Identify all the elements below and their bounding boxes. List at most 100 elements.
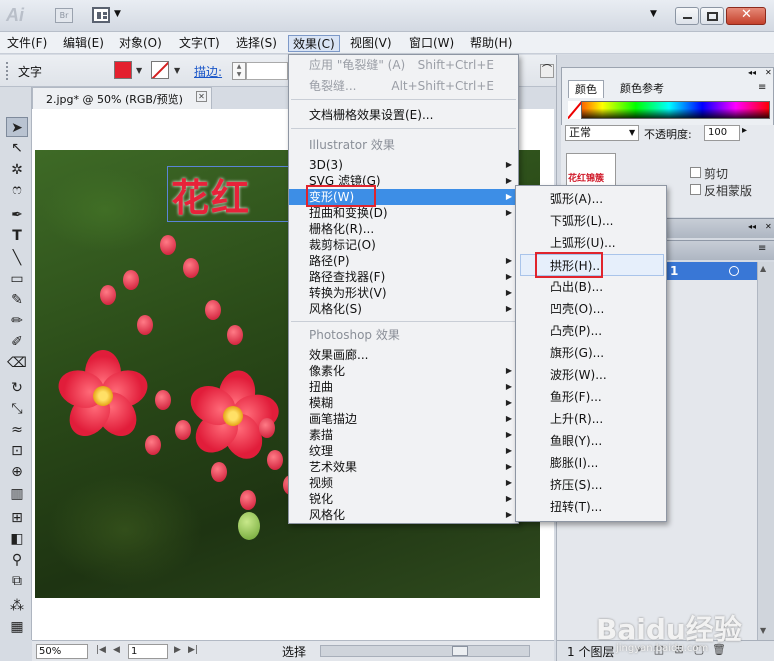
submenu-item-shell-upper[interactable]: 凸壳(P)... [516,320,666,342]
direct-selection-tool-icon[interactable]: ↖ [6,138,28,158]
eyedropper-tool-icon[interactable]: ⚲ [6,550,28,570]
last-page-icon[interactable]: ▶| [188,645,198,655]
invert-mask-checkbox[interactable] [690,184,701,195]
submenu-item-twist[interactable]: 扭转(T)... [516,496,666,518]
clip-checkbox[interactable] [690,167,701,178]
menu-effect[interactable]: 效果(C) [288,35,340,52]
submenu-item-fisheye[interactable]: 鱼眼(Y)... [516,430,666,452]
brush-icon[interactable]: ⌒ [540,64,554,78]
menu-view[interactable]: 视图(V) [346,35,396,52]
menu-item-brush-strokes[interactable]: 画笔描边 ▶ [289,411,518,427]
vertical-scrollbar[interactable] [757,262,774,640]
close-icon[interactable]: ✕ [765,222,772,231]
submenu-item-flag[interactable]: 旗形(G)... [516,342,666,364]
stroke-color-swatch[interactable] [151,61,169,79]
previous-page-icon[interactable]: ◀ [113,645,120,655]
tab-color-guide[interactable]: 颜色参考 [614,80,670,98]
submenu-item-inflate[interactable]: 膨胀(I)... [516,452,666,474]
menu-edit[interactable]: 编辑(E) [59,35,108,52]
lasso-tool-icon[interactable]: ෆ [6,180,28,200]
submenu-item-arc-lower[interactable]: 下弧形(L)... [516,210,666,232]
submenu-item-shell-lower[interactable]: 凹壳(O)... [516,298,666,320]
warp-tool-icon[interactable]: ≈ [6,420,28,440]
shape-builder-tool-icon[interactable]: ⊕ [6,462,28,482]
scrollbar-thumb[interactable] [452,646,468,656]
layer-target-icon[interactable] [729,266,739,276]
horizontal-scrollbar[interactable] [320,645,530,657]
opacity-field[interactable]: 100 [704,125,740,141]
submenu-item-fish[interactable]: 鱼形(F)... [516,386,666,408]
submenu-item-wave[interactable]: 波形(W)... [516,364,666,386]
menu-item-pixelate[interactable]: 像素化 ▶ [289,363,518,379]
scroll-up-icon[interactable]: ▲ [760,264,766,273]
menu-item-convert-to-shape[interactable]: 转换为形状(V) ▶ [289,285,518,301]
menu-item-last-effect[interactable]: 龟裂缝... Alt+Shift+Ctrl+E [289,78,518,94]
menu-select[interactable]: 选择(S) [232,35,281,52]
menu-file[interactable]: 文件(F) [3,35,51,52]
stroke-weight-stepper[interactable]: ▲ ▼ [232,62,246,80]
menu-item-blur[interactable]: 模糊 ▶ [289,395,518,411]
chevron-down-icon[interactable]: ▼ [114,9,121,19]
layer-name[interactable]: 1 [670,264,678,278]
panel-menu-icon[interactable]: ≡ [758,243,766,254]
menu-item-document-raster-settings[interactable]: 文档栅格效果设置(E)... [289,107,518,123]
menu-item-stylize-illustrator[interactable]: 风格化(S) ▶ [289,301,518,317]
scale-tool-icon[interactable]: ⤡ [6,399,28,419]
submenu-item-arc-upper[interactable]: 上弧形(U)... [516,232,666,254]
maximize-button[interactable] [700,7,724,25]
menu-item-sketch[interactable]: 素描 ▶ [289,427,518,443]
menu-item-distort-transform[interactable]: 扭曲和变换(D) ▶ [289,205,518,221]
mesh-tool-icon[interactable]: ⊞ [6,508,28,528]
pen-tool-icon[interactable]: ✒ [6,205,28,225]
chevron-down-icon[interactable]: ▼ [174,66,180,75]
menu-item-rasterize[interactable]: 栅格化(R)... [289,221,518,237]
collapse-panel-icon[interactable]: ◂◂ [748,68,756,77]
none-color-swatch[interactable] [568,101,582,119]
status-text[interactable]: 选择 [282,643,306,660]
submenu-item-arc[interactable]: 弧形(A)... [516,188,666,210]
panel-grip[interactable] [6,62,10,80]
free-transform-tool-icon[interactable]: ⊡ [6,441,28,461]
panel-menu-icon[interactable]: ≡ [758,82,766,93]
magic-wand-tool-icon[interactable]: ✲ [6,160,28,180]
blob-brush-tool-icon[interactable]: ✐ [6,332,28,352]
rectangle-tool-icon[interactable]: ▭ [6,269,28,289]
stroke-label[interactable]: 描边: [194,63,222,80]
line-tool-icon[interactable]: ╲ [6,248,28,268]
menu-item-3d[interactable]: 3D(3) ▶ [289,157,518,173]
stroke-weight-field[interactable] [246,62,288,80]
menu-item-artistic[interactable]: 艺术效果 ▶ [289,459,518,475]
menu-item-stylize-photoshop[interactable]: 风格化 ▶ [289,507,518,523]
arrange-documents-icon[interactable] [92,7,110,23]
chevron-right-icon[interactable]: ▸ [742,125,747,136]
close-icon[interactable]: ✕ [196,91,207,102]
menu-help[interactable]: 帮助(H) [466,35,516,52]
menu-item-texture[interactable]: 纹理 ▶ [289,443,518,459]
graph-tool-icon[interactable]: ▥ [6,484,28,504]
minimize-button[interactable] [675,7,699,25]
menu-window[interactable]: 窗口(W) [405,35,458,52]
menu-item-video[interactable]: 视频 ▶ [289,475,518,491]
page-field[interactable]: 1 [128,644,168,659]
submenu-item-squeeze[interactable]: 挤压(S)... [516,474,666,496]
submenu-item-bulge[interactable]: 凸出(B)... [516,276,666,298]
chevron-down-icon[interactable]: ▼ [650,9,657,19]
tab-color[interactable]: 颜色 [568,80,604,98]
submenu-item-rise[interactable]: 上升(R)... [516,408,666,430]
menu-item-crop-marks[interactable]: 裁剪标记(O) [289,237,518,253]
symbol-sprayer-tool-icon[interactable]: ⁂ [6,596,28,616]
menu-item-apply-last-effect[interactable]: 应用 "龟裂缝" (A) Shift+Ctrl+E [289,57,518,73]
collapse-panel-icon[interactable]: ◂◂ [748,222,756,231]
selection-tool-icon[interactable]: ➤ [6,117,28,137]
menu-object[interactable]: 对象(O) [115,35,166,52]
menu-item-path[interactable]: 路径(P) ▶ [289,253,518,269]
chevron-down-icon[interactable]: ▼ [136,66,142,75]
next-page-icon[interactable]: ▶ [174,645,181,655]
fill-color-swatch[interactable] [114,61,132,79]
menu-item-pathfinder[interactable]: 路径查找器(F) ▶ [289,269,518,285]
close-button[interactable]: ✕ [726,7,766,25]
paintbrush-tool-icon[interactable]: ✎ [6,290,28,310]
scroll-down-icon[interactable]: ▼ [760,626,766,635]
bridge-icon[interactable]: Br [55,8,73,23]
blend-tool-icon[interactable]: ⧉ [6,571,28,591]
